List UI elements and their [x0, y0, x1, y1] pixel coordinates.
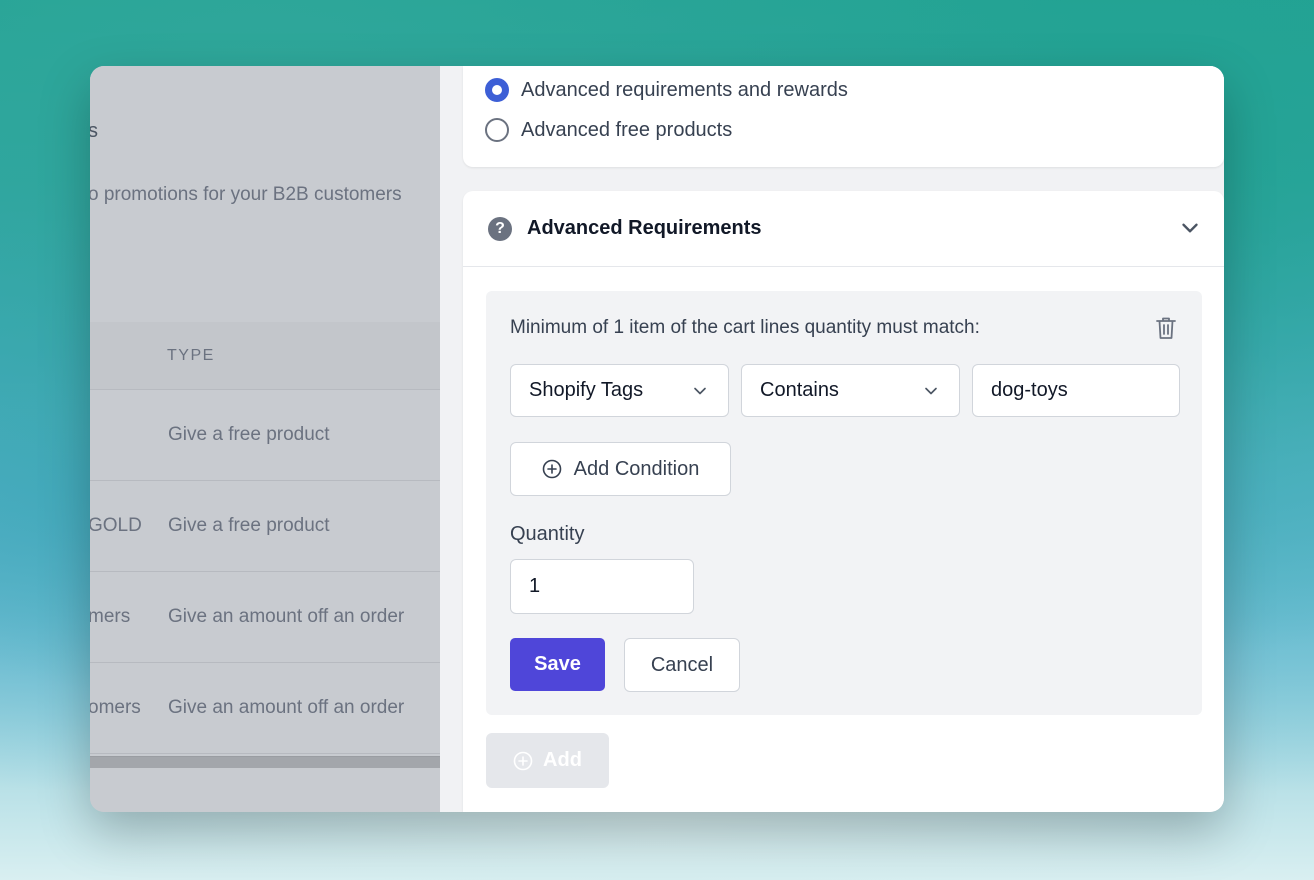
- advanced-requirements-card: ? Advanced Requirements Minimum of 1 ite…: [463, 191, 1224, 812]
- option-advanced-requirements[interactable]: Advanced requirements and rewards: [485, 78, 848, 102]
- background-page: s o promotions for your B2B customers TY…: [90, 66, 440, 812]
- option-label: Advanced requirements and rewards: [521, 78, 848, 101]
- page-description: o promotions for your B2B customers: [90, 184, 402, 205]
- plus-circle-icon: [513, 751, 533, 770]
- chevron-down-icon: [694, 387, 706, 395]
- row-type: Give a free product: [168, 424, 330, 445]
- table-row[interactable]: Give a free product: [90, 390, 440, 481]
- row-name: omers: [90, 697, 141, 718]
- trash-icon[interactable]: [1154, 315, 1178, 341]
- add-button[interactable]: Add: [486, 733, 609, 788]
- option-advanced-free-products[interactable]: Advanced free products: [485, 118, 732, 142]
- horizontal-scrollbar[interactable]: [90, 756, 440, 768]
- chevron-down-icon: [925, 387, 937, 395]
- type-column-header: TYPE: [167, 347, 215, 364]
- section-title: Advanced Requirements: [527, 217, 762, 239]
- chevron-down-icon[interactable]: [1177, 215, 1203, 241]
- table-row[interactable]: mers Give an amount off an order: [90, 572, 440, 663]
- table-row[interactable]: GOLD Give a free product: [90, 481, 440, 572]
- quantity-label: Quantity: [510, 523, 585, 545]
- page-title-fragment: s: [90, 120, 98, 142]
- condition-value-text: dog-toys: [991, 379, 1068, 401]
- promotion-drawer: Advanced requirements and rewards Advanc…: [440, 66, 1224, 812]
- radio-unselected-icon[interactable]: [485, 118, 509, 142]
- quantity-input[interactable]: 1: [510, 559, 694, 614]
- condition-field-value: Shopify Tags: [529, 379, 644, 401]
- plus-circle-icon: [542, 459, 561, 479]
- requirement-block: Minimum of 1 item of the cart lines quan…: [486, 291, 1202, 715]
- promotion-type-card: Advanced requirements and rewards Advanc…: [463, 66, 1224, 167]
- app-window: s o promotions for your B2B customers TY…: [90, 66, 1224, 812]
- condition-operator-value: Contains: [760, 379, 839, 401]
- cancel-button[interactable]: Cancel: [624, 638, 740, 692]
- table-header: TYPE: [90, 322, 440, 390]
- table-row[interactable]: omers Give an amount off an order: [90, 663, 440, 754]
- section-header[interactable]: ? Advanced Requirements: [463, 191, 1224, 267]
- row-type: Give a free product: [168, 515, 330, 536]
- requirement-text: Minimum of 1 item of the cart lines quan…: [510, 317, 980, 338]
- row-type: Give an amount off an order: [168, 697, 405, 718]
- condition-field-select[interactable]: Shopify Tags: [510, 364, 729, 417]
- save-button[interactable]: Save: [510, 638, 605, 691]
- row-type: Give an amount off an order: [168, 606, 405, 627]
- add-label: Add: [543, 749, 582, 771]
- add-condition-label: Add Condition: [573, 457, 700, 480]
- option-label: Advanced free products: [521, 118, 733, 141]
- condition-operator-select[interactable]: Contains: [741, 364, 960, 417]
- help-icon[interactable]: ?: [488, 217, 512, 241]
- add-condition-button[interactable]: Add Condition: [510, 442, 731, 496]
- radio-selected-icon[interactable]: [485, 78, 509, 102]
- row-name: GOLD: [90, 515, 142, 536]
- row-name: mers: [90, 606, 131, 627]
- condition-value-input[interactable]: dog-toys: [972, 364, 1180, 417]
